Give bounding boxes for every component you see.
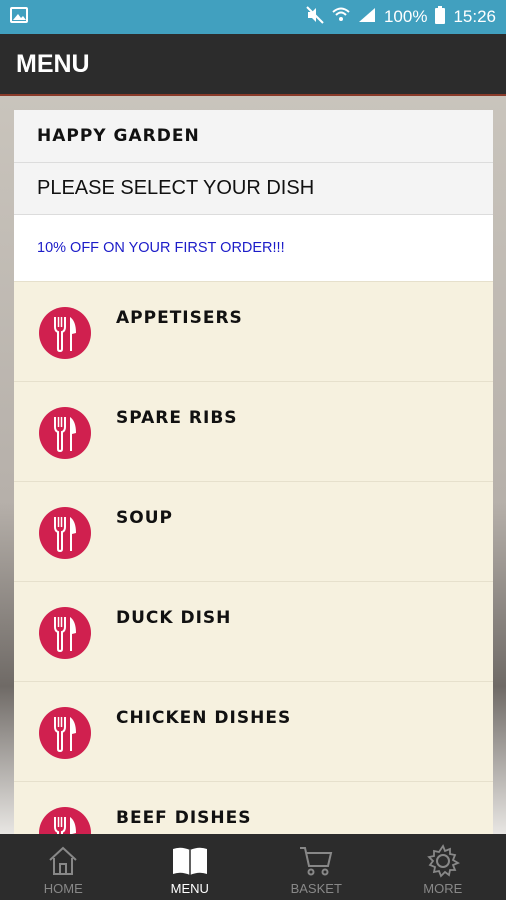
restaurant-name: HAPPY GARDEN	[14, 110, 493, 163]
cutlery-icon	[39, 807, 91, 834]
tab-menu-label: MENU	[170, 881, 209, 896]
battery-icon	[435, 5, 446, 29]
instruction-text: PLEASE SELECT YOUR DISH	[14, 163, 493, 215]
promo-banner[interactable]: 10% OFF ON YOUR FIRST ORDER!!!	[14, 215, 493, 281]
category-item-beef-dishes[interactable]: BEEF DISHES	[14, 781, 493, 834]
category-item-duck-dish[interactable]: DUCK DISH	[14, 581, 493, 681]
category-label: SOUP	[116, 508, 173, 528]
gallery-notification-icon	[10, 6, 28, 28]
tab-basket-label: BASKET	[290, 881, 342, 896]
status-bar: 100% 15:26	[0, 0, 506, 34]
cutlery-icon	[39, 307, 91, 359]
category-list: APPETISERS SPARE RIBS SOUP DUCK DISH CHICKEN…	[14, 281, 493, 834]
category-item-appetisers[interactable]: APPETISERS	[14, 281, 493, 381]
gear-icon	[426, 844, 460, 878]
cutlery-icon	[39, 507, 91, 559]
category-label: SPARE RIBS	[116, 408, 238, 428]
wifi-icon	[332, 7, 350, 28]
category-label: BEEF DISHES	[116, 808, 252, 828]
bottom-nav: HOME MENU BASKET MORE	[0, 834, 506, 900]
home-icon	[49, 846, 77, 875]
tab-more[interactable]: MORE	[380, 834, 506, 900]
signal-icon	[358, 7, 376, 28]
menu-card: HAPPY GARDEN PLEASE SELECT YOUR DISH 10%…	[14, 110, 493, 834]
tab-home-label: HOME	[43, 881, 83, 896]
cutlery-icon	[39, 407, 91, 459]
mute-icon	[306, 5, 324, 29]
battery-percent: 100%	[383, 7, 428, 26]
category-label: DUCK DISH	[116, 608, 232, 628]
category-item-spare-ribs[interactable]: SPARE RIBS	[14, 381, 493, 481]
app-bar: MENU	[0, 34, 506, 96]
book-icon	[172, 847, 207, 875]
cutlery-icon	[39, 607, 91, 659]
tab-basket[interactable]: BASKET	[253, 834, 380, 900]
category-item-soup[interactable]: SOUP	[14, 481, 493, 581]
cutlery-icon	[39, 707, 91, 759]
cart-icon	[300, 847, 333, 876]
tab-home[interactable]: HOME	[0, 834, 127, 900]
category-item-chicken-dishes[interactable]: CHICKEN DISHES	[14, 681, 493, 781]
tab-more-label: MORE	[423, 881, 463, 896]
tab-menu[interactable]: MENU	[127, 834, 254, 900]
clock: 15:26	[453, 7, 496, 26]
page-title: MENU	[16, 49, 90, 78]
category-label: CHICKEN DISHES	[116, 708, 292, 728]
category-label: APPETISERS	[116, 308, 243, 328]
